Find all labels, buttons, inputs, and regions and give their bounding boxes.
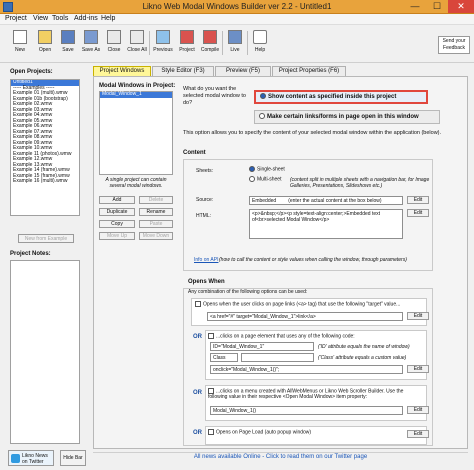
twitter-news-button[interactable]: Likno News on Twitter bbox=[8, 450, 54, 466]
radio-show-content[interactable] bbox=[260, 93, 266, 100]
content-description: This option allows you to specify the co… bbox=[183, 130, 442, 136]
radio-links-forms[interactable] bbox=[259, 113, 265, 120]
html-field[interactable]: <p>&nbsp;</p><p style=text-align:center;… bbox=[249, 209, 403, 239]
onclick-value-field[interactable]: onclick="Modal_Window_1()"; bbox=[210, 365, 403, 374]
copy-button[interactable]: Copy bbox=[99, 220, 135, 228]
target-edit-button[interactable]: Edit bbox=[407, 312, 429, 320]
menu-view[interactable]: View bbox=[33, 15, 48, 22]
close-doc-icon bbox=[107, 30, 121, 44]
twitter-icon bbox=[11, 454, 20, 463]
or-label: OR bbox=[193, 390, 202, 396]
modal-windows-label: Modal Windows in Project: bbox=[99, 83, 176, 89]
toolbar: New Open Save Save As Close Close All Pr… bbox=[0, 25, 474, 63]
tab-preview[interactable]: Preview (F5) bbox=[215, 66, 271, 76]
list-item[interactable]: Example 16 (multi).wmw bbox=[11, 178, 79, 185]
add-button[interactable]: Add bbox=[99, 196, 135, 204]
menu-bar: Project View Tools Add-ins Help bbox=[0, 14, 474, 25]
paste-button[interactable]: Paste bbox=[139, 220, 173, 228]
page-load-edit-button[interactable]: Edit bbox=[407, 430, 429, 438]
opt-menu-label: ...clicks on a menu created with AllWebM… bbox=[208, 388, 404, 401]
maximize-button[interactable]: ☐ bbox=[426, 0, 448, 13]
help-icon bbox=[253, 30, 267, 44]
html-edit-button[interactable]: Edit bbox=[407, 209, 429, 217]
multi-sheet-option[interactable]: Multi-sheet bbox=[249, 176, 281, 182]
html-label: HTML: bbox=[196, 213, 211, 219]
class-hint: ('Class' attribute equals a custom value… bbox=[318, 355, 407, 361]
checkbox-links[interactable] bbox=[195, 301, 201, 307]
open-projects-label: Open Projects: bbox=[10, 69, 53, 75]
info-api-description: (how to call the content or style values… bbox=[219, 257, 407, 263]
or-label: OR bbox=[193, 430, 202, 436]
modal-windows-list[interactable]: Modal_Window_1 bbox=[99, 91, 173, 175]
menu-help[interactable]: Help bbox=[101, 15, 115, 22]
new-from-example-button[interactable]: New from Example bbox=[18, 234, 74, 243]
checkbox-element[interactable] bbox=[208, 333, 214, 339]
class-select[interactable]: Class bbox=[210, 353, 238, 362]
menu-addins[interactable]: Add-ins bbox=[74, 15, 98, 22]
compile-icon bbox=[203, 30, 217, 44]
id-hint: ('ID' attribute equals the name of windo… bbox=[318, 344, 410, 350]
menu-tools[interactable]: Tools bbox=[52, 15, 68, 22]
save-icon bbox=[61, 30, 75, 44]
feedback-button[interactable]: Send your Feedback bbox=[438, 36, 470, 54]
list-item[interactable]: Modal_Window_1 bbox=[100, 91, 172, 98]
content-question: What do you want the selected modal wind… bbox=[183, 86, 246, 106]
project-icon bbox=[180, 30, 194, 44]
project-notes-label: Project Notes: bbox=[10, 251, 51, 257]
opt-element-label: ...clicks on a page element that uses an… bbox=[216, 333, 355, 340]
close-all-icon bbox=[130, 30, 144, 44]
tab-style-editor[interactable]: Style Editor (F3) bbox=[152, 66, 214, 76]
new-icon bbox=[13, 30, 27, 44]
minimize-button[interactable]: — bbox=[404, 0, 426, 13]
live-icon bbox=[228, 30, 242, 44]
duplicate-button[interactable]: Duplicate bbox=[99, 208, 135, 216]
checkbox-page-load[interactable] bbox=[208, 429, 214, 435]
radio-single-sheet[interactable] bbox=[249, 166, 255, 172]
id-value-field[interactable]: ID="Modal_Window_1" bbox=[210, 342, 314, 351]
previous-icon bbox=[156, 30, 170, 44]
info-on-api-link[interactable]: Info on API bbox=[194, 257, 218, 263]
menu-edit-button[interactable]: Edit bbox=[407, 406, 429, 414]
tab-project-properties[interactable]: Project Properties (F6) bbox=[272, 66, 346, 76]
title-bar: Likno Web Modal Windows Builder ver 2.2 … bbox=[0, 0, 474, 14]
target-value-field[interactable]: <a href="#" target="Modal_Window_1">link… bbox=[207, 312, 403, 321]
open-projects-list[interactable]: Untitled1 ----- Examples ----- Example 0… bbox=[10, 79, 80, 216]
source-label: Source: bbox=[196, 197, 214, 203]
opens-when-intro: Any combination of the following options… bbox=[188, 289, 308, 295]
project-notes-field[interactable] bbox=[10, 260, 80, 444]
opt-page-load-label: Opens on Page Load (auto popup window) bbox=[216, 429, 312, 436]
close-window-button[interactable]: ✕ bbox=[448, 0, 474, 13]
menu-value-field[interactable]: Modal_Window_1() bbox=[210, 406, 403, 415]
multi-sheet-description: (content split in multiple sheets with a… bbox=[290, 177, 430, 189]
opens-when-title: Opens When bbox=[188, 279, 225, 285]
sheets-label: Sheets: bbox=[196, 168, 213, 174]
delete-button[interactable]: Delete bbox=[139, 196, 173, 204]
onclick-edit-button[interactable]: Edit bbox=[407, 365, 429, 373]
option-show-content[interactable]: Show content as specified inside this pr… bbox=[254, 90, 428, 104]
window-title: Likno Web Modal Windows Builder ver 2.2 … bbox=[142, 2, 332, 11]
option-links-forms[interactable]: Make certain links/forms in page open in… bbox=[254, 110, 440, 124]
modal-list-note: A single project can contain several mod… bbox=[105, 177, 167, 189]
content-section-title: Content bbox=[183, 150, 206, 156]
news-statusbar-link[interactable]: All news available Online - Click to rea… bbox=[93, 452, 468, 462]
help-button[interactable]: Help bbox=[249, 28, 271, 53]
source-edit-button[interactable]: Edit bbox=[407, 196, 429, 204]
close-all-button[interactable]: Close All bbox=[126, 28, 148, 53]
tab-project-windows[interactable]: Project Windows (F2) bbox=[93, 66, 151, 83]
rename-button[interactable]: Rename bbox=[139, 208, 173, 216]
menu-project[interactable]: Project bbox=[5, 15, 27, 22]
source-select[interactable]: Embedded (enter the actual content at the… bbox=[249, 196, 403, 205]
opt-links-label: Opens when the user clicks on page links… bbox=[203, 301, 401, 308]
hide-bar-button[interactable]: Hide Bar bbox=[60, 450, 86, 466]
checkbox-menu[interactable] bbox=[208, 388, 214, 394]
open-folder-icon bbox=[38, 30, 52, 44]
class-value-field[interactable] bbox=[241, 353, 314, 362]
save-as-icon bbox=[84, 30, 98, 44]
or-label: OR bbox=[193, 334, 202, 340]
single-sheet-option[interactable]: Single-sheet bbox=[249, 166, 285, 172]
move-up-button[interactable]: Move Up bbox=[99, 232, 135, 240]
radio-multi-sheet[interactable] bbox=[249, 176, 255, 182]
move-down-button[interactable]: Move Down bbox=[139, 232, 173, 240]
